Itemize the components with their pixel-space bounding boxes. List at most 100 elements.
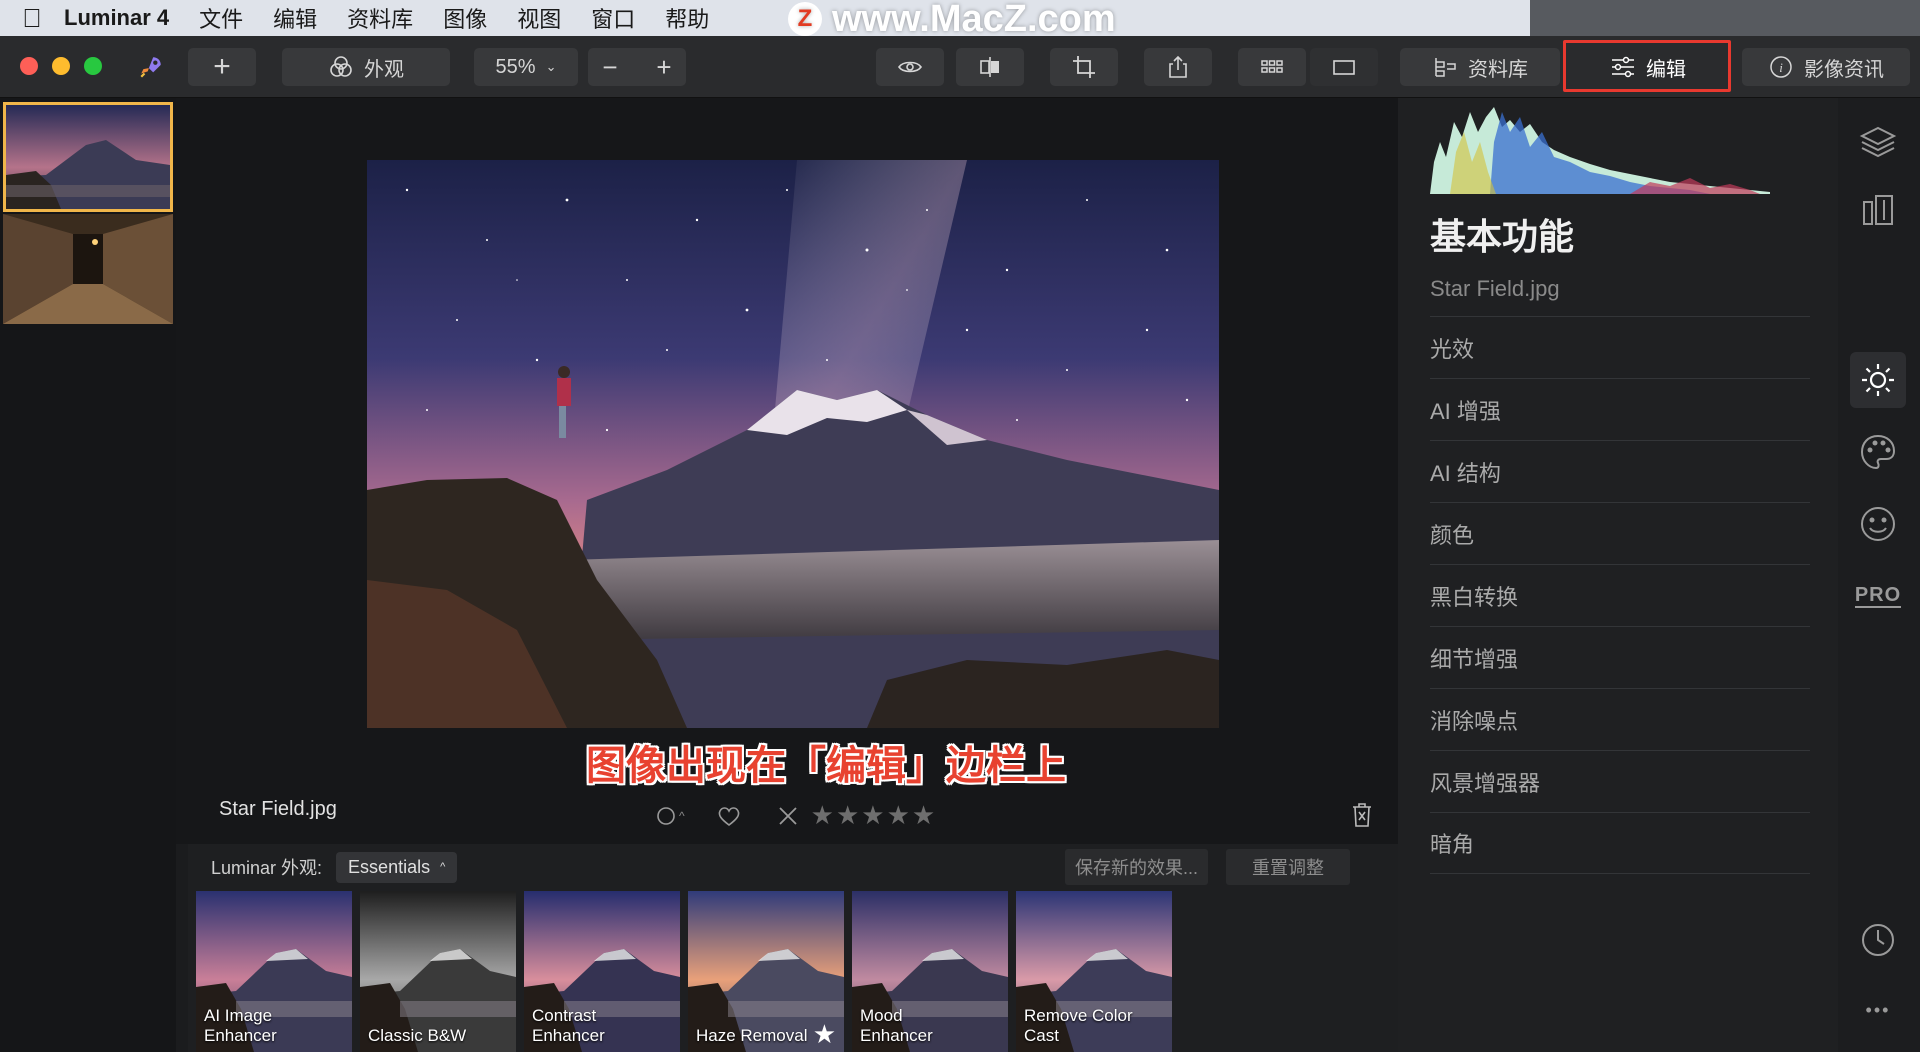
section-vignette[interactable]: 暗角 bbox=[1430, 812, 1810, 874]
look-item[interactable]: Haze Removal ★ bbox=[688, 891, 844, 1052]
menu-library[interactable]: 资料库 bbox=[347, 2, 413, 34]
looks-icon bbox=[330, 56, 352, 77]
grid-view-button[interactable] bbox=[1238, 48, 1306, 86]
share-icon bbox=[1169, 55, 1187, 78]
history-clock-icon[interactable] bbox=[1854, 916, 1902, 964]
thumbnail-star-field[interactable] bbox=[3, 102, 173, 212]
save-look-button[interactable]: 保存新的效果... bbox=[1065, 849, 1209, 885]
looks-category-value: Essentials bbox=[348, 856, 431, 877]
canvas-icon[interactable] bbox=[1854, 186, 1902, 234]
photo-canvas bbox=[367, 160, 1219, 728]
star-rating[interactable]: ★ ★ ★ ★ ★ bbox=[811, 800, 936, 831]
panel-file-name: Star Field.jpg bbox=[1430, 276, 1560, 301]
reset-adjustments-button[interactable]: 重置调整 bbox=[1226, 849, 1350, 885]
annotation-caption: 图像出现在「编辑」边栏上 bbox=[586, 744, 1066, 788]
star-icon[interactable]: ★ bbox=[887, 800, 910, 831]
look-name: Classic B&W bbox=[368, 1026, 467, 1045]
eye-icon bbox=[898, 61, 922, 73]
star-icon[interactable]: ★ bbox=[912, 800, 935, 831]
section-denoise[interactable]: 消除噪点 bbox=[1430, 688, 1810, 750]
star-icon[interactable]: ★ bbox=[861, 800, 884, 831]
preview-eye-button[interactable] bbox=[876, 48, 944, 86]
looks-button[interactable]: 外观 bbox=[282, 48, 450, 86]
watermark-text: www.MacZ.com bbox=[832, 0, 1116, 40]
section-ai-structure[interactable]: AI 结构 bbox=[1430, 440, 1810, 502]
look-name: Contrast Enhancer bbox=[532, 1006, 605, 1045]
section-ai-enhance[interactable]: AI 增强 bbox=[1430, 378, 1810, 440]
trash-icon[interactable] bbox=[1350, 802, 1374, 828]
look-item[interactable]: Mood Enhancer bbox=[852, 891, 1008, 1052]
menu-help[interactable]: 帮助 bbox=[665, 2, 709, 34]
rocket-icon[interactable] bbox=[133, 48, 169, 86]
menu-edit[interactable]: 编辑 bbox=[273, 2, 317, 34]
looks-header: Luminar 外观: Essentials ^ 保存新的效果... 重置调整 bbox=[188, 844, 1398, 890]
grid-icon bbox=[1261, 60, 1283, 73]
look-item[interactable]: AI Image Enhancer bbox=[196, 891, 352, 1052]
look-name: Remove Color Cast bbox=[1024, 1006, 1133, 1045]
menu-window[interactable]: 窗口 bbox=[591, 2, 635, 34]
minimize-window-button[interactable] bbox=[52, 57, 70, 75]
menu-image[interactable]: 图像 bbox=[443, 2, 487, 34]
info-icon: i bbox=[1770, 56, 1792, 78]
zoom-window-button[interactable] bbox=[84, 57, 102, 75]
share-button[interactable] bbox=[1144, 48, 1212, 86]
edit-tab-highlight-frame bbox=[1563, 40, 1731, 92]
zoom-level-select[interactable]: 55% ⌄ bbox=[474, 48, 578, 86]
tab-library[interactable]: 资料库 bbox=[1400, 48, 1560, 86]
portrait-face-icon[interactable] bbox=[1854, 500, 1902, 548]
star-icon[interactable]: ★ bbox=[836, 800, 859, 831]
heart-icon[interactable] bbox=[717, 805, 741, 827]
histogram bbox=[1430, 107, 1770, 194]
menu-file[interactable]: 文件 bbox=[199, 2, 243, 34]
look-name: AI Image Enhancer bbox=[204, 1006, 277, 1045]
compare-icon bbox=[980, 57, 999, 77]
section-color[interactable]: 颜色 bbox=[1430, 502, 1810, 564]
star-icon[interactable]: ★ bbox=[811, 800, 834, 831]
tab-info-label: 影像资讯 bbox=[1804, 58, 1884, 81]
zoom-controls: − + bbox=[588, 48, 686, 86]
looks-category-select[interactable]: Essentials ^ bbox=[336, 851, 458, 883]
caret-up-icon: ^ bbox=[440, 861, 446, 873]
compare-button[interactable] bbox=[956, 48, 1024, 86]
look-item[interactable]: Classic B&W bbox=[360, 891, 516, 1052]
menu-app-name[interactable]: Luminar 4 bbox=[64, 5, 169, 31]
single-view-icon bbox=[1333, 60, 1355, 75]
section-bw-conversion[interactable]: 黑白转换 bbox=[1430, 564, 1810, 626]
layers-icon[interactable] bbox=[1854, 118, 1902, 166]
single-view-button[interactable] bbox=[1310, 48, 1378, 86]
zoom-level-value: 55% bbox=[495, 55, 536, 78]
look-item[interactable]: Remove Color Cast bbox=[1016, 891, 1172, 1052]
look-name: Haze Removal bbox=[696, 1026, 808, 1045]
chevron-down-icon: ⌄ bbox=[545, 59, 557, 74]
section-landscape-enhancer[interactable]: 风景增强器 bbox=[1430, 750, 1810, 812]
pro-label: PRO bbox=[1854, 584, 1902, 608]
more-options-icon[interactable]: ••• bbox=[1854, 986, 1902, 1034]
crop-icon bbox=[1073, 56, 1095, 78]
essentials-sun-icon[interactable] bbox=[1850, 352, 1906, 408]
tab-info[interactable]: i 影像资讯 bbox=[1742, 48, 1910, 86]
looks-panel: Luminar 外观: Essentials ^ 保存新的效果... 重置调整 … bbox=[188, 844, 1398, 1052]
section-light[interactable]: 光效 bbox=[1430, 316, 1810, 378]
creative-palette-icon[interactable] bbox=[1854, 428, 1902, 476]
pro-tools-icon[interactable]: PRO bbox=[1854, 572, 1902, 620]
close-window-button[interactable] bbox=[20, 57, 38, 75]
apple-icon[interactable]:  bbox=[0, 3, 64, 34]
zoom-in-button[interactable]: + bbox=[656, 52, 671, 83]
color-label-button[interactable]: ^ bbox=[656, 806, 685, 826]
circle-icon bbox=[657, 806, 675, 825]
watermark: Z www.MacZ.com bbox=[788, 0, 1116, 40]
rating-bar: ^ ★ ★ ★ ★ ★ bbox=[656, 800, 935, 831]
zoom-out-button[interactable]: − bbox=[602, 52, 617, 83]
crop-button[interactable] bbox=[1050, 48, 1118, 86]
thumbnail-image bbox=[3, 214, 173, 324]
look-item[interactable]: Contrast Enhancer bbox=[524, 891, 680, 1052]
tab-library-label: 资料库 bbox=[1468, 58, 1528, 81]
section-details-enhancer[interactable]: 细节增强 bbox=[1430, 626, 1810, 688]
reject-x-icon[interactable] bbox=[777, 805, 799, 827]
main-photo[interactable] bbox=[367, 160, 1219, 728]
favorite-star-icon[interactable]: ★ bbox=[813, 1019, 836, 1050]
menu-view[interactable]: 视图 bbox=[517, 2, 561, 34]
add-photos-button[interactable]: + bbox=[188, 48, 256, 86]
filmstrip bbox=[0, 98, 176, 1052]
thumbnail-street-night[interactable] bbox=[3, 214, 173, 324]
